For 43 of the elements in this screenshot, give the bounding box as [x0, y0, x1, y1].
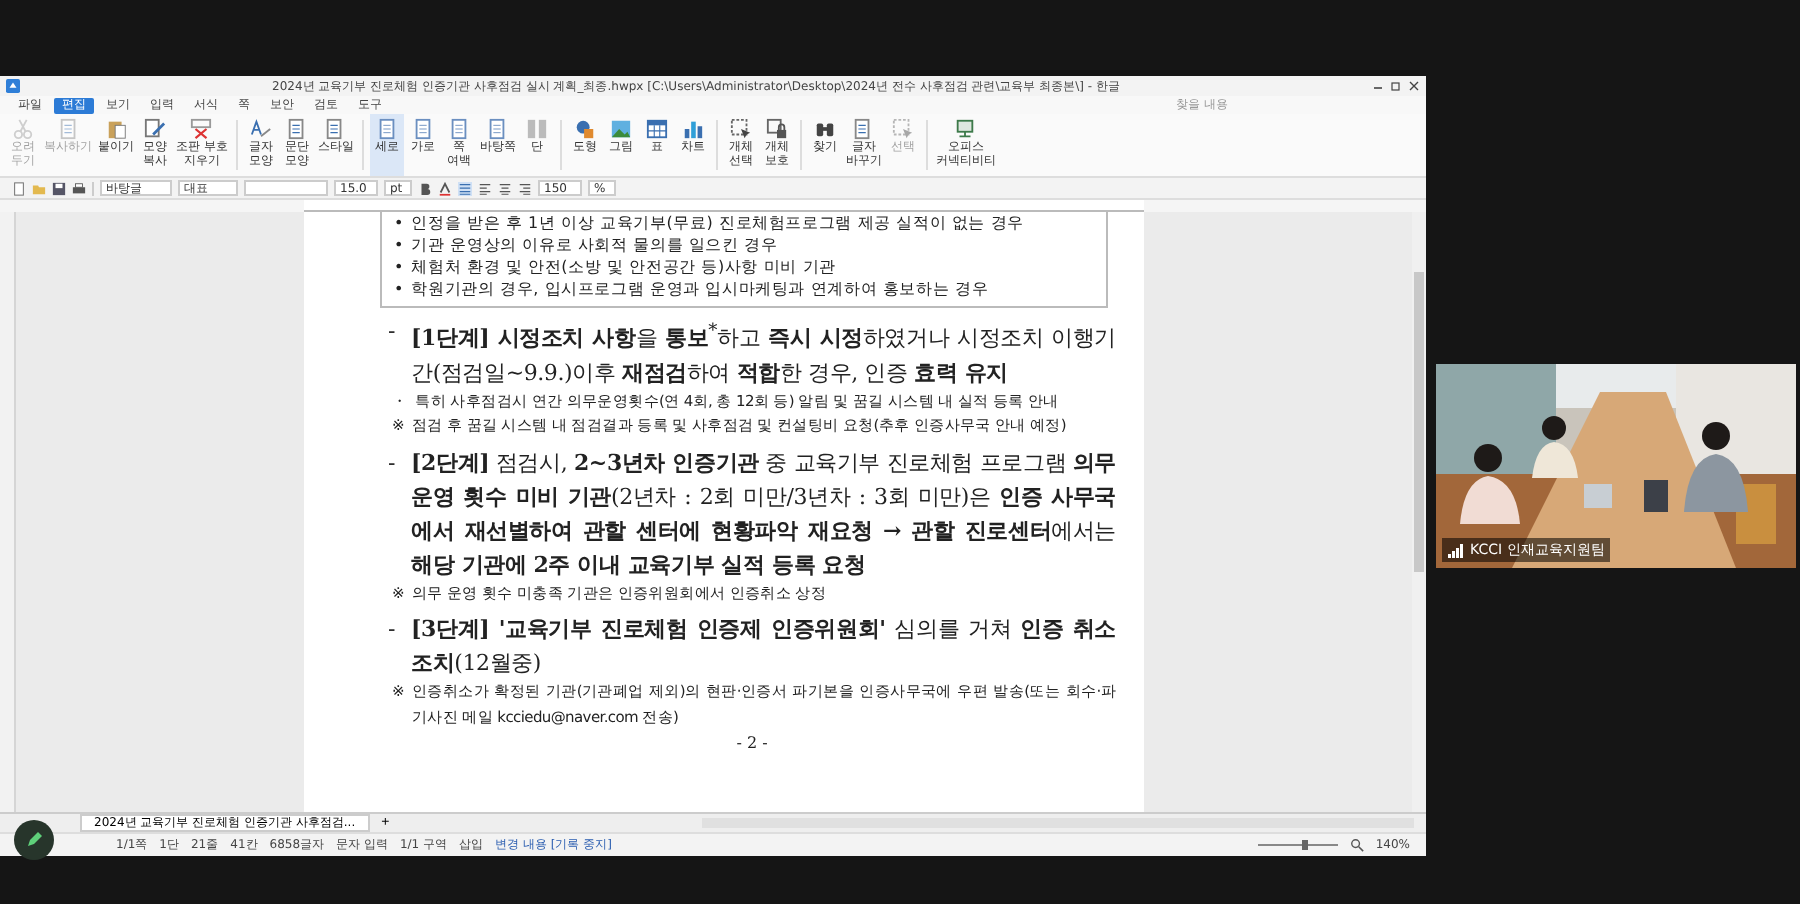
bar-chart-icon: [681, 118, 704, 140]
bullet-mark: •: [394, 256, 404, 278]
list-marker: -: [388, 316, 396, 348]
bold-icon[interactable]: [418, 181, 432, 195]
paragraph-text: 체험처 환경 및 안전(소방 및 안전공간 등)사항 미비 기관: [411, 256, 836, 278]
signal-icon: [1448, 543, 1464, 557]
align-left-icon[interactable]: [478, 181, 492, 195]
list-marker: -: [388, 614, 396, 647]
paragraph-text: 인정을 받은 후 1년 이상 교육기부(무료) 진로체험프로그램 제공 실적이 없는 경우: [411, 212, 1024, 234]
font-color-icon[interactable]: [438, 181, 452, 195]
binoculars-icon: [813, 118, 836, 140]
shapes-icon: [573, 118, 596, 140]
restore-icon[interactable]: [1390, 80, 1402, 92]
scissors-icon: [12, 118, 34, 140]
letter-format-icon: [249, 118, 272, 140]
page-number: - 2 -: [736, 734, 768, 755]
vertical-scrollbar[interactable]: [1412, 212, 1426, 812]
zoom-slider[interactable]: [1302, 840, 1309, 850]
align-right-icon[interactable]: [518, 181, 532, 195]
paragraph-text: 기관 운영상의 이유로 사회적 물의를 일으킨 경우: [411, 234, 778, 256]
bullet-mark: •: [394, 278, 404, 300]
align-center-icon[interactable]: [498, 181, 512, 195]
list-marker: -: [388, 447, 396, 480]
new-document-icon[interactable]: [12, 181, 26, 195]
lock-icon: [765, 118, 788, 140]
printer-icon[interactable]: [72, 181, 86, 195]
cursor-icon: [891, 118, 914, 140]
bullet-mark: •: [394, 234, 404, 256]
scroll-thumb[interactable]: [1414, 272, 1424, 572]
paragraph-text: [2단계] 점검시, 2~3년차 인증기관 중 교육기부 진로체험 프로그램 의무 운영 횟수 미비 기관(2년차 : 2회 미만/3년차 : 3회 미만)은 인증 사무국에서 재선별하여 관할 센터에 현황파악 재요청 → 관할 진로센터에서는 해당 기관에 2주 이내 교육기부 실적 등록 요청: [411, 447, 1116, 582]
document-icon: [57, 118, 79, 140]
columns-icon: [525, 118, 548, 140]
image-icon: [609, 118, 632, 140]
save-icon[interactable]: [52, 181, 66, 195]
page-icon: [375, 118, 398, 140]
bullet-mark: •: [394, 212, 404, 234]
cursor-icon: [729, 118, 752, 140]
close-icon[interactable]: [1408, 80, 1420, 92]
paragraph-text: 학원기관의 경우, 입시프로그램 운영과 입시마케팅과 연계하여 홍보하는 경우: [411, 278, 989, 300]
align-justify-icon[interactable]: [458, 181, 472, 195]
search-icon[interactable]: [1349, 838, 1364, 852]
paragraph-text: [1단계] 시정조치 사항을 통보$^{*}$하고 즉시 시정하였거나 시정조치 이행기간(점검일~9.9.)이후 재점검하여 적합한 경우, 인증 효력 유지: [411, 318, 1116, 390]
paragraph-text: [3단계] '교육기부 진로체험 인증제 인증위원회' 심의를 거쳐 인증 취소 조치(12월중): [411, 614, 1116, 681]
